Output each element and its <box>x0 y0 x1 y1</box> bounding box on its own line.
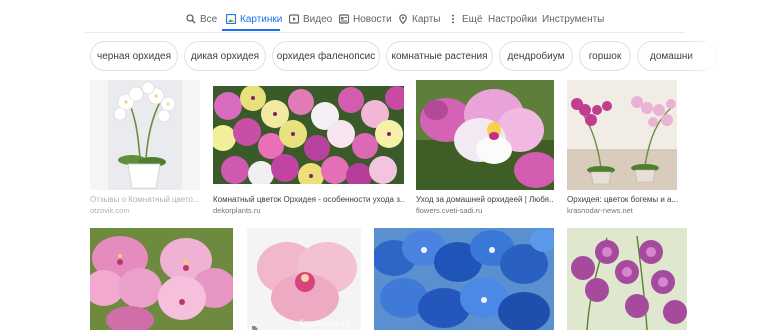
tab-news[interactable]: Новости <box>339 9 392 29</box>
orchids-room-image <box>567 80 677 190</box>
result-title-1[interactable]: Отзывы о Комнатный цвето... <box>90 195 202 204</box>
result-source-1[interactable]: otzovik.com <box>90 206 130 215</box>
orchid-pink-closeup-image <box>416 80 554 190</box>
chip-label: орхидея фаленопсис <box>276 50 376 62</box>
chips-fade <box>690 38 770 76</box>
tag-icon <box>251 320 259 330</box>
video-icon <box>289 14 299 24</box>
tab-video-label: Видео <box>303 13 333 25</box>
result-image-7[interactable] <box>374 228 554 330</box>
result-title-3[interactable]: Уход за домашней орхидеей | Любя... <box>416 195 554 204</box>
result-source-2[interactable]: dekorplants.ru <box>213 206 261 215</box>
watermark-text: flowersadi.ru <box>299 318 351 328</box>
result-image-6[interactable]: flowersadi.ru <box>247 228 361 330</box>
chip-dendrobium[interactable]: дендробиум <box>499 41 573 71</box>
orchids-blue-image <box>374 228 554 330</box>
orchids-colorful-image <box>213 86 404 184</box>
images-icon <box>226 14 236 24</box>
search-icon <box>186 14 196 24</box>
tab-tools[interactable]: Инструменты <box>542 9 604 29</box>
orchids-purple-image <box>567 228 687 330</box>
result-image-8[interactable] <box>567 228 687 330</box>
news-icon <box>339 14 349 24</box>
result-image-3[interactable] <box>416 80 554 190</box>
related-chips: черная орхидея дикая орхидея орхидея фал… <box>0 41 770 73</box>
chip-black-orchid[interactable]: черная орхидея <box>90 41 178 71</box>
chip-wild-orchid[interactable]: дикая орхидея <box>184 41 266 71</box>
tab-images-label: Картинки <box>240 13 283 25</box>
chip-phalaenopsis[interactable]: орхидея фаленопсис <box>272 41 380 71</box>
tab-maps[interactable]: Карты <box>398 9 441 29</box>
orchids-pink-spotted-image <box>90 228 233 330</box>
tab-images[interactable]: Картинки <box>226 9 282 29</box>
active-tab-indicator <box>222 29 280 31</box>
tab-video[interactable]: Видео <box>289 9 332 29</box>
tab-more[interactable]: Ещё <box>448 9 482 29</box>
orchid-pink-single-image <box>247 228 361 330</box>
tab-all-label: Все <box>200 13 218 25</box>
chip-label: дендробиум <box>507 50 565 62</box>
chip-label: дикая орхидея <box>190 50 260 62</box>
search-tabs: Все Картинки Видео Новости Карты Ещё Нас… <box>0 0 770 30</box>
result-source-4[interactable]: krasnodar-news.net <box>567 206 633 215</box>
result-image-2[interactable] <box>213 86 404 184</box>
orchid-white-pot-image <box>90 80 200 190</box>
tab-tools-label: Инструменты <box>542 13 605 25</box>
result-image-4[interactable] <box>567 80 677 190</box>
map-pin-icon <box>399 14 407 24</box>
more-vert-icon <box>452 14 454 24</box>
chip-label: домашни <box>650 50 693 62</box>
chip-label: черная орхидея <box>96 50 172 62</box>
chip-pot[interactable]: горшок <box>579 41 631 71</box>
tab-more-label: Ещё <box>462 13 483 25</box>
result-image-1[interactable] <box>90 80 200 190</box>
tabs-divider <box>85 32 685 33</box>
tab-news-label: Новости <box>353 13 392 25</box>
tab-all[interactable]: Все <box>186 9 217 29</box>
tab-maps-label: Карты <box>412 13 441 25</box>
chip-houseplants[interactable]: комнатные растения <box>386 41 493 71</box>
result-source-3[interactable]: flowers.cveti-sadi.ru <box>416 206 482 215</box>
result-image-5[interactable] <box>90 228 233 330</box>
result-title-2[interactable]: Комнатный цветок Орхидея - особенности у… <box>213 195 405 204</box>
result-title-4[interactable]: Орхидея: цветок богемы и а... <box>567 195 679 204</box>
tab-settings[interactable]: Настройки <box>488 9 537 29</box>
chip-label: горшок <box>588 50 622 62</box>
chip-label: комнатные растения <box>391 50 488 62</box>
tab-settings-label: Настройки <box>488 13 538 25</box>
